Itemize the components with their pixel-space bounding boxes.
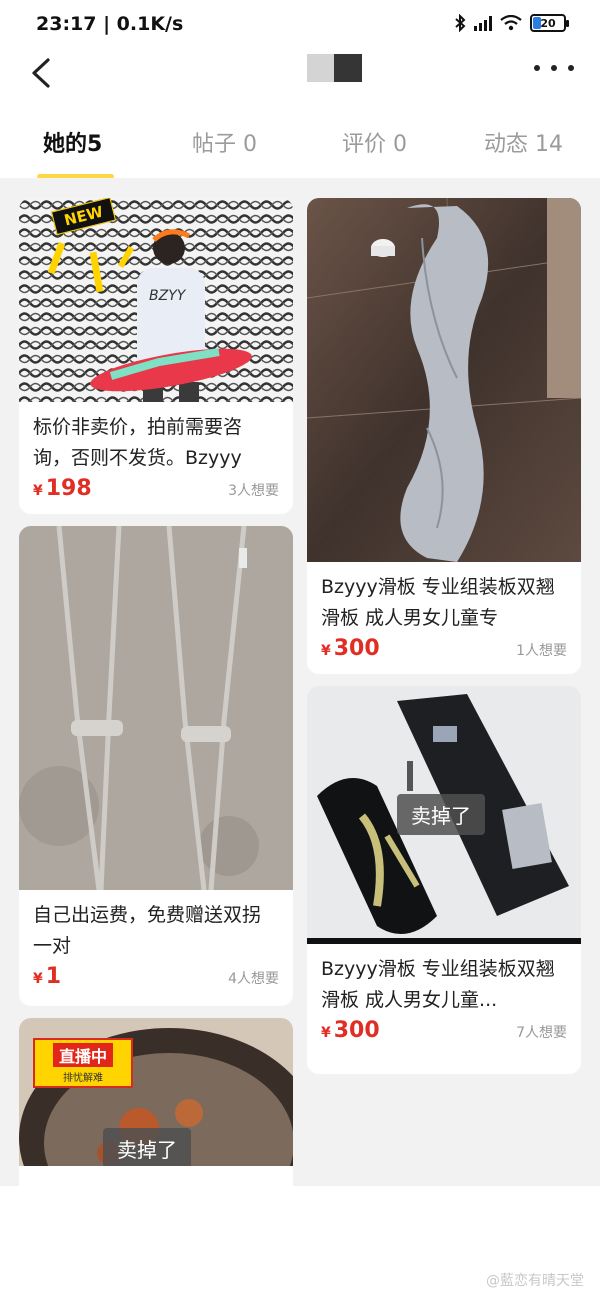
tab-her-items[interactable]: 她的5 xyxy=(43,126,102,158)
nav-bar xyxy=(0,50,600,106)
item-image: 直播中 排忧解难 卖掉了 xyxy=(19,1018,293,1166)
profile-tabs: 她的5 帖子 0 评价 0 动态 14 xyxy=(0,106,600,179)
want-count: 7人想要 xyxy=(516,1025,567,1041)
signal-icon xyxy=(474,15,492,31)
want-count: 4人想要 xyxy=(228,971,279,987)
status-icons: 20 xyxy=(454,14,569,32)
sold-out-tag: 卖掉了 xyxy=(397,794,485,835)
tab-posts[interactable]: 帖子 0 xyxy=(192,126,257,158)
tab-activity[interactable]: 动态 14 xyxy=(484,126,563,158)
item-title: Bzyyy滑板 专业组装板双翘滑板 成人男女儿童专 xyxy=(321,576,555,629)
item-meta: ¥198 3人想要 xyxy=(19,474,293,501)
item-title: Bzyyy滑板 专业组装板双翘滑板 成人男女儿童... xyxy=(321,958,555,1011)
status-time: 23:17 | 0.1K/s xyxy=(36,13,184,35)
avatar[interactable] xyxy=(307,54,362,82)
item-image: BZYY NEW xyxy=(19,198,293,402)
item-feed[interactable]: BZYY NEW 标价非卖价，拍前需要咨询，否则不发货。Bzyyy ¥198 3… xyxy=(0,178,600,1186)
item-card-5[interactable]: 直播中 排忧解难 卖掉了 xyxy=(19,1018,293,1186)
item-card-4[interactable]: 卖掉了 Bzyyy滑板 专业组装板双翘滑板 成人男女儿童... ¥300 7人想… xyxy=(307,686,581,1074)
item-card-1[interactable]: BZYY NEW 标价非卖价，拍前需要咨询，否则不发货。Bzyyy ¥198 3… xyxy=(19,198,293,514)
sold-out-tag: 卖掉了 xyxy=(103,1128,191,1166)
item-price: ¥300 xyxy=(321,1018,380,1043)
item-meta: ¥300 1人想要 xyxy=(307,634,581,661)
item-image xyxy=(19,526,293,890)
want-count: 1人想要 xyxy=(516,643,567,659)
wifi-icon xyxy=(500,15,522,31)
chevron-left-icon[interactable] xyxy=(26,56,66,96)
bluetooth-icon xyxy=(455,14,466,32)
item-price: ¥300 xyxy=(321,636,380,661)
item-image xyxy=(307,198,581,562)
item-title: 标价非卖价，拍前需要咨询，否则不发货。Bzyyy xyxy=(33,416,243,469)
item-image: 卖掉了 xyxy=(307,686,581,944)
want-count: 3人想要 xyxy=(228,483,279,499)
item-card-2[interactable]: Bzyyy滑板 专业组装板双翘滑板 成人男女儿童专 ¥300 1人想要 xyxy=(307,198,581,674)
tab-reviews[interactable]: 评价 0 xyxy=(342,126,407,158)
item-meta: ¥300 7人想要 xyxy=(307,1016,581,1043)
watermark-text: @藍恋有晴天堂 xyxy=(486,1273,584,1289)
battery-icon: 20 xyxy=(530,14,569,32)
ellipsis-icon[interactable] xyxy=(534,58,574,78)
live-badge[interactable]: 直播中 排忧解难 xyxy=(33,1038,133,1088)
item-title: 自己出运费，免费赠送双拐一对 xyxy=(33,904,262,957)
svg-text:BZYY: BZYY xyxy=(149,288,187,304)
item-meta: ¥1 4人想要 xyxy=(19,962,293,989)
status-bar: 23:17 | 0.1K/s 20 xyxy=(0,0,600,50)
item-price: ¥1 xyxy=(33,964,62,989)
item-card-3[interactable]: 自己出运费，免费赠送双拐一对 ¥1 4人想要 xyxy=(19,526,293,1006)
item-price: ¥198 xyxy=(33,476,92,501)
